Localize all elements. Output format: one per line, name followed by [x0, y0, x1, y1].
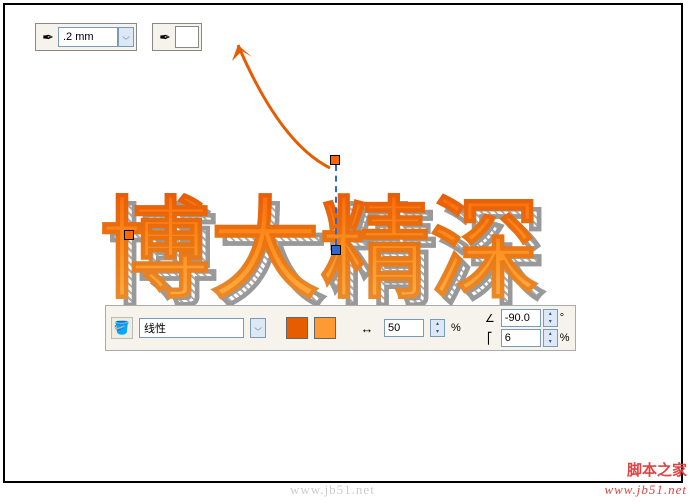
text-effect-object[interactable]: 博大精深 博大精深 — [100, 160, 600, 280]
midpoint-input[interactable] — [384, 319, 424, 337]
watermark-url: www.jb51.net — [604, 482, 687, 498]
pen-icon: ✒ — [155, 26, 175, 48]
outline-width-input[interactable] — [58, 27, 118, 47]
angle-icon: ∠ — [481, 309, 499, 327]
pen-icon: ✒ — [38, 26, 58, 48]
fill-toolbar: 🪣 线性 ↔ ▴▾ % ∠ ▴▾ ° ⎡ ▴▾ % — [105, 305, 576, 351]
outline-width-group: ✒ — [35, 23, 137, 51]
fill-tool-icon[interactable]: 🪣 — [111, 317, 133, 339]
midpoint-icon: ↔ — [356, 317, 378, 339]
canvas-frame: ✒ ✒ 博大精深 博大精深 🪣 线性 ↔ ▴▾ % — [3, 3, 683, 483]
outline-toolbar: ✒ ✒ — [35, 23, 202, 51]
fill-type-arrow[interactable] — [250, 318, 266, 338]
fill-type-value: 线性 — [144, 320, 166, 336]
edge-pad-icon: ⎡ — [481, 329, 499, 347]
midpoint-spinner[interactable]: ▴▾ — [430, 319, 445, 337]
edge-pad-input[interactable] — [501, 329, 541, 347]
text-face-layer: 博大精深 — [100, 160, 540, 320]
percent-label: % — [451, 322, 461, 334]
gradient-color-from[interactable] — [286, 317, 308, 339]
gradient-vector-line — [335, 165, 337, 245]
gradient-color-to[interactable] — [314, 317, 336, 339]
selection-handle[interactable] — [124, 230, 134, 240]
outline-color-swatch[interactable] — [175, 26, 199, 48]
percent-label-2: % — [560, 332, 570, 344]
degree-label: ° — [560, 312, 564, 324]
angle-input[interactable] — [501, 309, 541, 327]
angle-spinner[interactable]: ▴▾ — [543, 309, 558, 327]
outline-color-group: ✒ — [152, 23, 202, 51]
edge-pad-spinner[interactable]: ▴▾ — [543, 329, 558, 347]
gradient-handle-start[interactable] — [330, 155, 340, 165]
width-dropdown[interactable] — [118, 27, 134, 47]
fill-type-dropdown[interactable]: 线性 — [139, 318, 244, 338]
watermark-center: www.jb51.net — [290, 482, 375, 498]
gradient-handle-end[interactable] — [331, 245, 341, 255]
watermark-brand: 脚本之家 — [627, 459, 687, 480]
angle-pad-stack: ∠ ▴▾ ° ⎡ ▴▾ % — [481, 309, 570, 347]
annotation-arrow — [230, 33, 350, 173]
